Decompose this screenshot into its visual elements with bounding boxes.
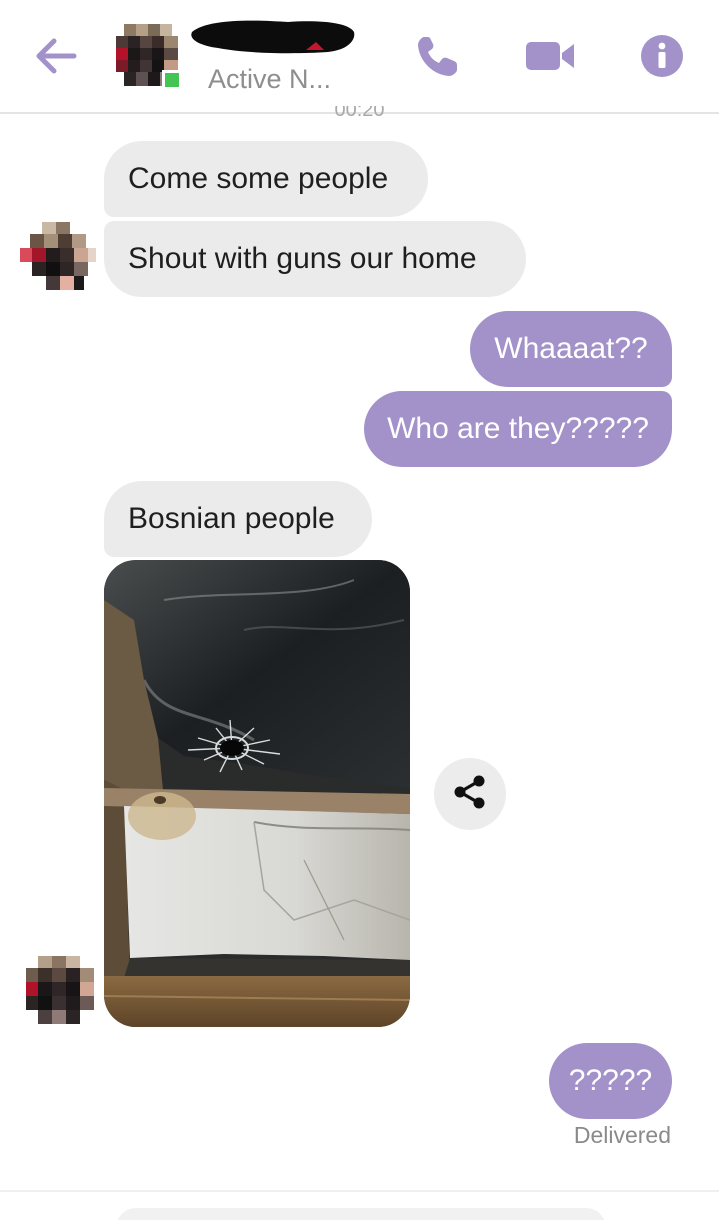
call-button[interactable]: [414, 34, 462, 82]
arrow-left-icon: [34, 36, 78, 81]
outgoing-message[interactable]: ?????: [549, 1043, 672, 1119]
delivery-receipt: Delivered: [573, 1122, 671, 1148]
timestamp-divider: 00:20: [334, 106, 385, 121]
back-button[interactable]: [30, 34, 82, 82]
outgoing-message[interactable]: Who are they?????: [364, 391, 672, 467]
bullet-hole-photo: [104, 560, 410, 1027]
sender-avatar[interactable]: [24, 950, 96, 1026]
conversation-info-button[interactable]: [638, 34, 686, 82]
photo-attachment[interactable]: [104, 560, 410, 1027]
share-icon: [452, 774, 488, 815]
video-camera-icon: [524, 36, 576, 81]
sender-avatar[interactable]: [18, 218, 98, 298]
message-text: Whaaaat??: [494, 332, 648, 365]
incoming-message[interactable]: Shout with guns our home: [104, 221, 526, 297]
message-text: Who are they?????: [387, 412, 649, 445]
video-call-button[interactable]: [526, 34, 574, 82]
active-status: Active N...: [208, 64, 332, 94]
online-indicator: [162, 70, 182, 90]
phone-icon: [415, 33, 461, 84]
message-text: Shout with guns our home: [128, 242, 477, 275]
message-text: Come some people: [128, 162, 389, 195]
message-text: Bosnian people: [128, 502, 335, 535]
message-composer[interactable]: [116, 1208, 606, 1220]
redacted-contact-name: [188, 18, 356, 58]
incoming-message[interactable]: Come some people: [104, 141, 428, 217]
info-icon: [639, 33, 685, 84]
incoming-message[interactable]: Bosnian people: [104, 481, 372, 557]
share-button[interactable]: [434, 758, 506, 830]
message-text: ?????: [568, 1064, 653, 1097]
conversation-header: Active N...: [0, 0, 719, 114]
outgoing-message[interactable]: Whaaaat??: [470, 311, 672, 387]
composer-divider: [0, 1190, 719, 1192]
